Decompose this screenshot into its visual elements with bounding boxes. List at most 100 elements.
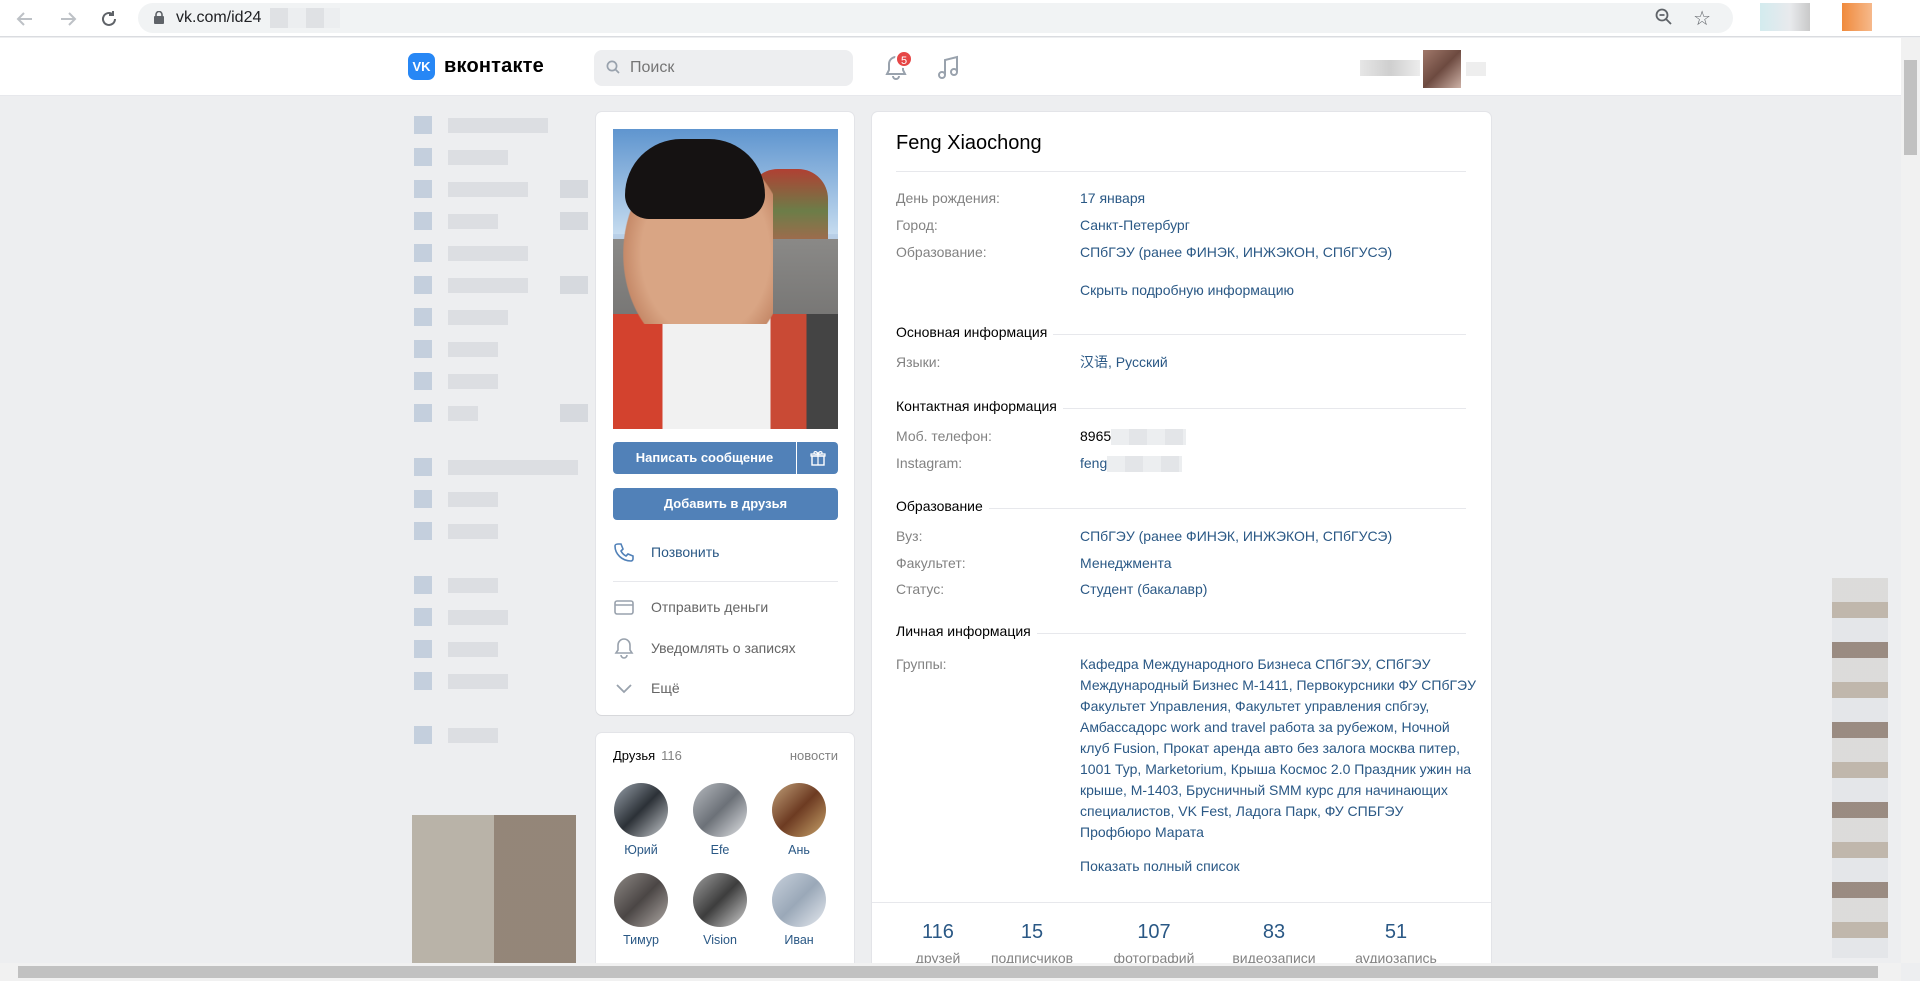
search-input[interactable] [630,58,840,78]
zoom-icon[interactable] [1655,8,1673,31]
send-money-action[interactable]: Отправить деньги [613,592,838,622]
friends-card: Друзья 116 новости Юрий Efe Ань Тимур Vis… [596,733,854,981]
status-value[interactable]: Студент (бакалавр) [1080,579,1470,599]
instagram-label: Instagram: [896,455,963,471]
menu-divider [412,548,582,570]
menu-item[interactable] [412,516,582,548]
url-text: vk.com/id24 [176,9,262,26]
menu-item[interactable] [412,238,582,270]
education-label: Образование: [896,244,987,260]
forward-button[interactable] [55,6,81,32]
photo-hair [625,139,765,219]
instagram-text: feng [1080,455,1108,471]
friend-item[interactable]: Юрий [606,783,676,857]
add-friend-button[interactable]: Добавить в друзья [613,488,838,520]
bookmark-star-icon[interactable]: ☆ [1693,6,1711,31]
call-label: Позвонить [651,544,720,560]
reload-button[interactable] [96,6,122,32]
status-label: Статус: [896,581,945,597]
scrollbar-thumb[interactable] [1904,60,1917,155]
vk-logo-icon: VK [408,53,435,80]
birthday-value[interactable]: 17 января [1080,188,1470,208]
horizontal-scrollbar[interactable] [0,963,1901,981]
friend-item[interactable]: Vision [685,873,755,947]
more-action[interactable]: Ещё [613,673,838,703]
friends-count: 116 [661,748,682,763]
show-full-list-link[interactable]: Показать полный список [1080,858,1240,874]
right-sidebar-blurred [1832,578,1888,958]
stat-photos[interactable]: 107 фотографий [1104,921,1204,966]
menu-item[interactable] [412,334,582,366]
education-value[interactable]: СПбГЭУ (ранее ФИНЭК, ИНЖЭКОН, СПбГУСЭ) [1080,242,1470,262]
menu-item[interactable] [412,570,582,602]
city-value[interactable]: Санкт-Петербург [1080,215,1470,235]
profile-photo[interactable] [613,129,838,429]
menu-item[interactable] [412,174,588,206]
groups-list[interactable]: Кафедра Международного Бизнеса СПбГЭУ, С… [1080,654,1478,843]
profile-photo-card: Написать сообщение Добавить в друзья Поз… [596,112,854,715]
menu-item[interactable] [412,666,582,698]
stat-friends[interactable]: 116 друзей [888,921,988,966]
menu-item[interactable] [412,110,582,142]
search-box[interactable] [594,50,853,86]
divider [896,171,1466,172]
friends-header[interactable]: Друзья 116 [613,748,682,763]
stat-followers[interactable]: 15 подписчиков [982,921,1082,966]
friend-name: Иван [784,933,814,947]
menu-item[interactable] [412,484,582,516]
notification-badge: 5 [895,50,913,68]
menu-item[interactable] [412,206,588,238]
menu-item[interactable] [412,720,582,752]
notify-action[interactable]: Уведомлять о записях [613,633,838,663]
menu-item[interactable] [412,602,582,634]
arrow-left-icon [16,12,32,26]
scrollbar-thumb[interactable] [18,966,1878,978]
back-button[interactable] [12,6,38,32]
phone-label: Моб. телефон: [896,428,992,444]
university-value[interactable]: СПбГЭУ (ранее ФИНЭК, ИНЖЭКОН, СПбГУСЭ) [1080,526,1470,546]
stat-videos[interactable]: 83 видеозаписи [1224,921,1324,966]
ad-block[interactable] [412,815,576,965]
menu-item[interactable] [412,452,582,484]
languages-value[interactable]: 汉语, Русский [1080,352,1470,372]
vertical-scrollbar[interactable] [1901,38,1920,963]
extension-icon[interactable] [1760,3,1810,31]
hide-details-link[interactable]: Скрыть подробную информацию [1080,282,1294,298]
menu-item[interactable] [412,302,582,334]
gift-button[interactable] [797,442,838,474]
languages-label: Языки: [896,354,941,370]
instagram-value[interactable]: feng [1080,453,1470,473]
gift-icon [809,451,826,466]
lock-icon [154,11,164,24]
faculty-label: Факультет: [896,555,966,571]
bell-icon [614,638,634,659]
stat-audio[interactable]: 51 аудиозапись [1346,921,1446,966]
music-icon[interactable] [935,55,961,81]
notify-label: Уведомлять о записях [651,640,796,656]
profile-avatar-icon[interactable] [1842,3,1872,31]
menu-divider [412,698,582,720]
menu-item[interactable] [412,142,582,174]
write-message-button[interactable]: Написать сообщение [613,442,796,474]
send-money-label: Отправить деньги [651,599,769,615]
header-user-menu[interactable] [1360,50,1490,88]
menu-item[interactable] [412,270,588,302]
address-bar[interactable]: vk.com/id24 ☆ [138,3,1733,33]
call-action[interactable]: Позвонить [613,537,838,567]
menu-item[interactable] [412,398,588,430]
friend-item[interactable]: Иван [764,873,834,947]
faculty-value[interactable]: Менеджмента [1080,553,1470,573]
friend-name: Efe [710,843,730,857]
vk-logo[interactable]: VK вконтакте [408,53,544,80]
menu-item[interactable] [412,366,582,398]
menu-item[interactable] [412,634,582,666]
vk-logo-text: вконтакте [444,55,544,77]
avatar [693,783,747,837]
friend-item[interactable]: Efe [685,783,755,857]
friend-item[interactable]: Тимур [606,873,676,947]
friends-news-link[interactable]: новости [790,748,838,763]
friend-item[interactable]: Ань [764,783,834,857]
stat-number: 107 [1137,921,1171,943]
profile-info-card: Feng Xiaochong День рождения: 17 января … [872,112,1491,981]
friend-name: Vision [703,933,737,947]
